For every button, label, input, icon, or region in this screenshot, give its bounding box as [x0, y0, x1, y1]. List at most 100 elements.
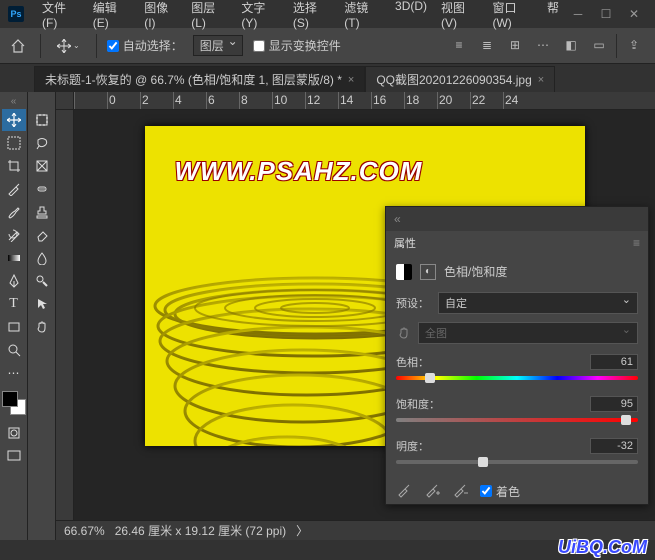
menu-view[interactable]: 视图(V) [435, 0, 484, 33]
rectangle-tool[interactable] [2, 316, 26, 338]
pen-tool[interactable] [2, 270, 26, 292]
color-swatches[interactable] [2, 391, 26, 415]
panel-footer: 着色 [386, 474, 648, 504]
ruler-origin[interactable] [56, 92, 74, 110]
tab-label: QQ截图20201226090354.jpg [376, 71, 531, 88]
eyedropper-add-icon[interactable] [424, 482, 442, 500]
brush-tool[interactable] [2, 201, 26, 223]
preset-select[interactable]: 自定 [438, 292, 638, 314]
saturation-track[interactable] [396, 414, 638, 426]
eyedropper-icon[interactable] [396, 482, 414, 500]
align-icon[interactable]: ⊞ [504, 34, 526, 56]
separator [616, 34, 617, 58]
menu-layer[interactable]: 图层(L) [185, 0, 233, 33]
type-tool[interactable]: T [2, 293, 26, 315]
history-brush-tool[interactable] [2, 224, 26, 246]
lightness-label: 明度： [396, 438, 429, 454]
auto-select-checkbox[interactable]: 自动选择： [107, 37, 183, 54]
foreground-color[interactable] [2, 391, 18, 407]
saturation-value[interactable]: 95 [590, 396, 638, 412]
auto-select-label: 自动选择： [123, 37, 183, 54]
show-transform-checkbox[interactable]: 显示变换控件 [253, 37, 341, 54]
menu-type[interactable]: 文字(Y) [235, 0, 284, 33]
document-tabs: 未标题-1-恢复的 @ 66.7% (色相/饱和度 1, 图层蒙版/8) * ×… [0, 64, 655, 92]
scrubby-icon[interactable] [396, 325, 412, 341]
lasso-tool[interactable] [30, 132, 54, 154]
main-menu: 文件(F) 编辑(E) 图像(I) 图层(L) 文字(Y) 选择(S) 滤镜(T… [36, 0, 565, 33]
screen-mode[interactable] [2, 445, 26, 467]
colorize-checkbox[interactable]: 着色 [480, 483, 520, 500]
menu-3d[interactable]: 3D(D) [389, 0, 433, 33]
preset-row: 预设： 自定 [386, 288, 648, 318]
collapse-icon[interactable]: « [11, 96, 17, 108]
layer-group-select[interactable]: 图层 [193, 35, 243, 56]
more-icon[interactable]: ⋯ [532, 34, 554, 56]
move-tool-icon[interactable]: ⌄ [51, 37, 86, 55]
frame-tool[interactable] [30, 155, 54, 177]
move-tool[interactable] [2, 109, 26, 131]
artboard-tool[interactable] [30, 109, 54, 131]
menu-image[interactable]: 图像(I) [138, 0, 183, 33]
menu-edit[interactable]: 编辑(E) [87, 0, 136, 33]
hue-value[interactable]: 61 [590, 354, 638, 370]
close-button[interactable]: ✕ [621, 4, 647, 24]
panel-menu-icon[interactable]: ≡ [633, 236, 640, 250]
close-icon[interactable]: × [348, 74, 354, 86]
collapse-icon[interactable]: « [394, 212, 401, 226]
dodge-tool[interactable] [30, 270, 54, 292]
chevron-right-icon[interactable]: 〉 [296, 522, 308, 539]
adjustment-type-row: ◐ 色相/饱和度 [386, 255, 648, 288]
home-icon[interactable] [10, 38, 30, 54]
tab-document-2[interactable]: QQ截图20201226090354.jpg × [365, 66, 555, 92]
workspace-icon[interactable]: ▭ [588, 34, 610, 56]
toolbox-col-1: « T ⋯ [0, 92, 28, 540]
vertical-ruler[interactable] [56, 110, 74, 520]
eraser-tool[interactable] [30, 224, 54, 246]
eyedropper-subtract-icon[interactable] [452, 482, 470, 500]
marquee-tool[interactable] [2, 132, 26, 154]
slider-thumb[interactable] [425, 373, 435, 383]
eyedropper-tool[interactable] [2, 178, 26, 200]
path-select-tool[interactable] [30, 293, 54, 315]
close-icon[interactable]: × [538, 74, 544, 86]
3d-mode-icon[interactable]: ◧ [560, 34, 582, 56]
align-icon[interactable]: ≡ [448, 34, 470, 56]
restore-button[interactable]: ☐ [593, 4, 619, 24]
panel-title: 属性 [394, 235, 416, 251]
menu-filter[interactable]: 滤镜(T) [338, 0, 387, 33]
zoom-level[interactable]: 66.67% [64, 524, 105, 538]
show-transform-input[interactable] [253, 40, 265, 52]
watermark-text: WWW.PSAHZ.COM [175, 156, 423, 187]
doc-dimensions: 26.46 厘米 x 19.12 厘米 (72 ppi) [115, 522, 286, 539]
expand-icon[interactable] [40, 96, 43, 108]
hue-track[interactable] [396, 372, 638, 384]
hand-tool[interactable] [30, 316, 54, 338]
tab-document-1[interactable]: 未标题-1-恢复的 @ 66.7% (色相/饱和度 1, 图层蒙版/8) * × [34, 66, 365, 92]
align-icons: ≡ ≣ ⊞ ⋯ ◧ ▭ ⇪ [448, 34, 645, 58]
slider-thumb[interactable] [621, 415, 631, 425]
zoom-tool[interactable] [2, 339, 26, 361]
panel-header: « [386, 207, 648, 231]
options-bar: ⌄ 自动选择： 图层 显示变换控件 ≡ ≣ ⊞ ⋯ ◧ ▭ ⇪ [0, 28, 655, 64]
more-tools[interactable]: ⋯ [2, 362, 26, 384]
blur-tool[interactable] [30, 247, 54, 269]
lightness-track[interactable] [396, 456, 638, 468]
quick-mask[interactable] [2, 422, 26, 444]
auto-select-input[interactable] [107, 40, 119, 52]
crop-tool[interactable] [2, 155, 26, 177]
stamp-tool[interactable] [30, 201, 54, 223]
align-icon[interactable]: ≣ [476, 34, 498, 56]
horizontal-ruler[interactable]: 024681012141618202224 [74, 92, 655, 110]
menu-window[interactable]: 窗口(W) [486, 0, 539, 33]
lightness-value[interactable]: -32 [590, 438, 638, 454]
minimize-button[interactable]: ─ [565, 4, 591, 24]
gradient-tool[interactable] [2, 247, 26, 269]
share-icon[interactable]: ⇪ [623, 34, 645, 56]
menu-help[interactable]: 帮 [541, 0, 565, 33]
channel-select[interactable]: 全图 [418, 322, 638, 344]
slider-thumb[interactable] [478, 457, 488, 467]
colorize-input[interactable] [480, 485, 492, 497]
menu-file[interactable]: 文件(F) [36, 0, 85, 33]
menu-select[interactable]: 选择(S) [287, 0, 336, 33]
healing-tool[interactable] [30, 178, 54, 200]
